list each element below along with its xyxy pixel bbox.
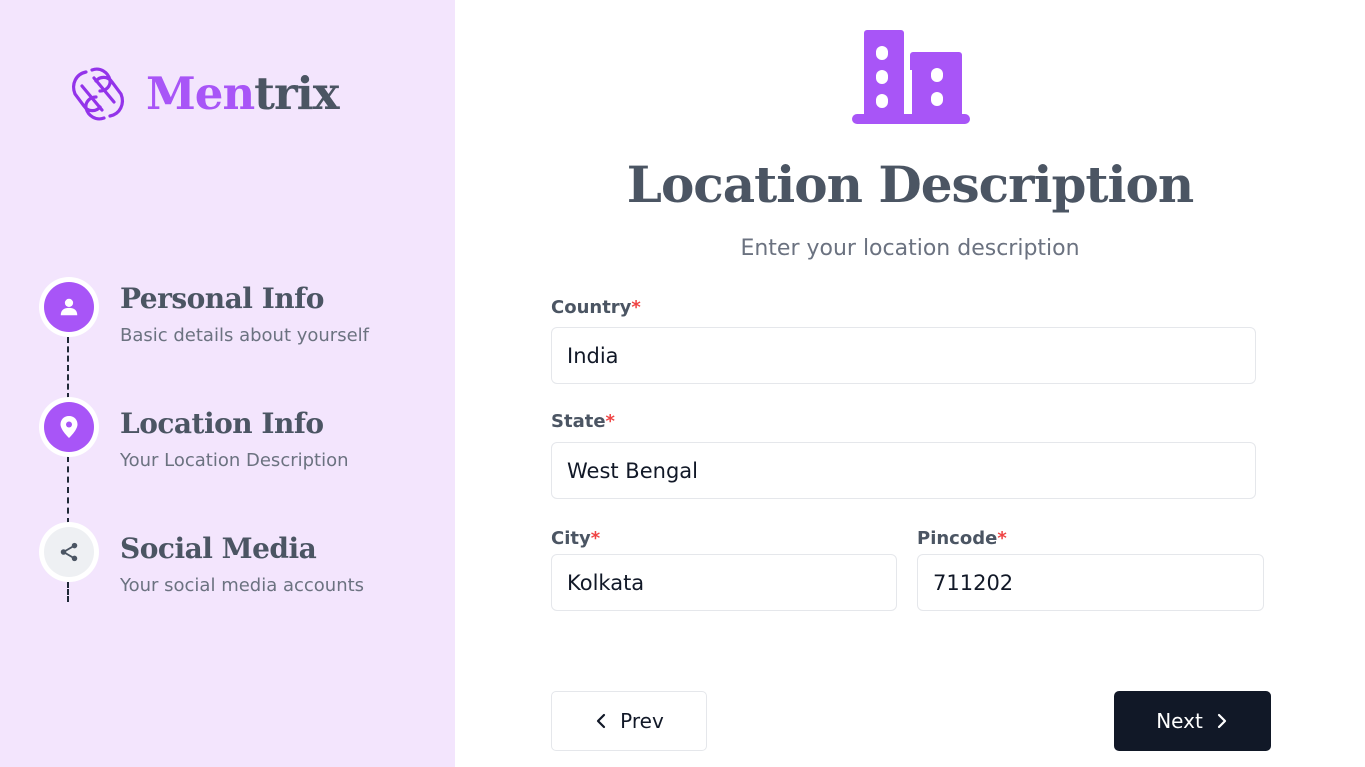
brand-name: Mentrix	[146, 64, 340, 124]
brand-name-part1: Men	[146, 67, 255, 120]
prev-button-label: Prev	[620, 709, 664, 733]
step-location-indicator[interactable]	[39, 397, 99, 457]
next-button[interactable]: Next	[1114, 691, 1271, 751]
country-field[interactable]	[551, 327, 1256, 384]
city-label: City*	[551, 528, 601, 549]
step-personal-description: Basic details about yourself	[120, 325, 369, 346]
step-personal-title: Personal Info	[120, 282, 324, 315]
step-location-title: Location Info	[120, 407, 324, 440]
pincode-label: Pincode*	[917, 528, 1007, 549]
required-mark: *	[631, 297, 641, 318]
linked-rings-logo-icon	[72, 67, 124, 121]
share-icon	[60, 542, 78, 562]
step-connector	[67, 456, 69, 524]
required-mark: *	[997, 528, 1007, 549]
step-social-indicator[interactable]	[39, 522, 99, 582]
brand: Mentrix	[68, 64, 340, 124]
chevron-right-icon	[1217, 713, 1226, 729]
required-mark: *	[590, 528, 601, 549]
page-title: Location Description	[626, 155, 1194, 214]
page-subtitle: Enter your location description	[740, 236, 1080, 261]
pincode-field[interactable]	[917, 554, 1264, 611]
city-field[interactable]	[551, 554, 897, 611]
sidebar: Mentrix Personal Info Basic details abou…	[0, 0, 455, 767]
building-icon	[852, 30, 970, 124]
map-pin-icon	[60, 416, 78, 438]
step-connector	[67, 582, 69, 602]
step-social-description: Your social media accounts	[120, 575, 365, 596]
chevron-left-icon	[597, 713, 606, 729]
next-button-label: Next	[1156, 709, 1203, 733]
state-field[interactable]	[551, 442, 1256, 499]
required-mark: *	[605, 411, 615, 432]
step-location-description: Your Location Description	[120, 450, 349, 471]
prev-button[interactable]: Prev	[551, 691, 707, 751]
state-label: State*	[551, 411, 615, 432]
step-personal-indicator[interactable]	[39, 277, 99, 337]
step-connector	[67, 337, 69, 399]
country-label: Country*	[551, 297, 641, 318]
user-icon	[60, 298, 78, 316]
brand-name-part2: trix	[254, 67, 339, 120]
step-social-title: Social Media	[120, 532, 317, 565]
